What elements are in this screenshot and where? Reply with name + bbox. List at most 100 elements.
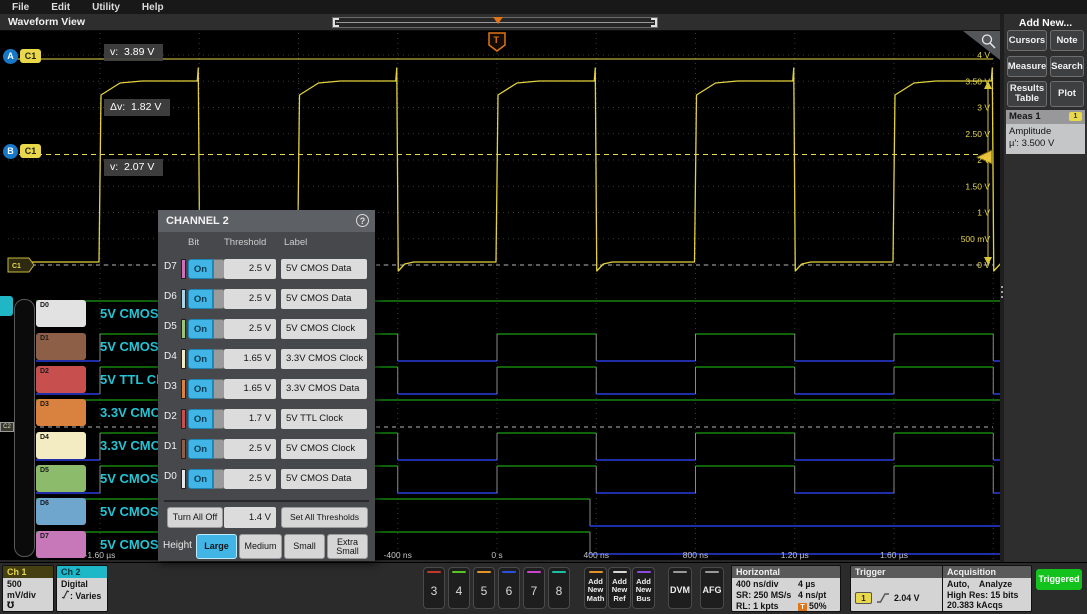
all-threshold-field[interactable]: 1.4 V <box>224 507 276 528</box>
digital-group-bracket[interactable] <box>14 299 35 557</box>
bit-threshold-field[interactable]: 1.65 V <box>224 349 276 369</box>
add-new-search-button[interactable]: Search <box>1050 56 1084 77</box>
cursor-a-badge[interactable]: A <box>3 49 18 64</box>
bit-on-toggle[interactable]: On <box>188 259 213 279</box>
bit-threshold-field[interactable]: 2.5 V <box>224 259 276 279</box>
help-icon[interactable]: ? <box>356 214 369 227</box>
measurement-badge[interactable]: Meas 1 1 Amplitude µ': 3.500 V <box>1006 110 1085 154</box>
bit-label-field[interactable]: 5V CMOS Data <box>281 259 367 279</box>
digital-bit-chip-d4[interactable]: D4 <box>36 432 86 459</box>
dvm-button[interactable]: DVM <box>668 567 692 609</box>
menu-item-help[interactable]: Help <box>142 2 164 13</box>
height-option-medium[interactable]: Medium <box>239 534 282 559</box>
add-new-measure-button[interactable]: Measure <box>1007 56 1047 77</box>
afg-button[interactable]: AFG <box>700 567 724 609</box>
add-new-results-table-button[interactable]: Results Table <box>1007 81 1047 107</box>
channel-5-button[interactable]: 5 <box>473 567 495 609</box>
bit-on-toggle[interactable]: On <box>188 439 213 459</box>
bit-on-toggle[interactable]: On <box>188 409 213 429</box>
menu-item-edit[interactable]: Edit <box>51 2 70 13</box>
height-option-small[interactable]: Small <box>284 534 325 559</box>
acquisition-overview-bar[interactable] <box>332 17 658 28</box>
add-new-note-button[interactable]: Note <box>1050 30 1084 51</box>
bit-threshold-field[interactable]: 2.5 V <box>224 469 276 489</box>
bit-label-field[interactable]: 3.3V CMOS Clock <box>281 349 367 369</box>
waveform-display[interactable]: C1T4 V3.50 V3 V2.50 V2 V1.50 V1 V500 mV0… <box>0 31 1000 560</box>
overview-trigger-marker-icon[interactable] <box>493 17 503 24</box>
channel-4-button[interactable]: 4 <box>448 567 470 609</box>
divider-grip-icon[interactable] <box>1001 286 1003 288</box>
ch2-badge[interactable]: Ch 2 Digital : Varies <box>56 565 108 612</box>
add-label: Add New Math <box>585 573 606 608</box>
threshold-icon <box>61 590 70 599</box>
bit-label-field[interactable]: 5V CMOS Data <box>281 289 367 309</box>
bit-on-toggle[interactable]: On <box>188 319 213 339</box>
dialog-title-bar[interactable]: CHANNEL 2 ? <box>158 210 375 232</box>
digital-group-handle[interactable] <box>0 296 13 316</box>
add-new-ref-button[interactable]: Add New Ref <box>608 567 631 609</box>
digital-bit-chip-d1[interactable]: D1 <box>36 333 86 360</box>
acquisition-mode: Auto, Analyze <box>947 579 1027 590</box>
bit-threshold-field[interactable]: 1.7 V <box>224 409 276 429</box>
cursor-b-badge[interactable]: B <box>3 144 18 159</box>
channel-6-button[interactable]: 6 <box>498 567 520 609</box>
bit-on-toggle[interactable]: On <box>188 379 213 399</box>
digital-bit-chip-d0[interactable]: D0 <box>36 300 86 327</box>
tab-waveform-view[interactable]: Waveform View <box>8 16 85 28</box>
digital-bit-chip-d6[interactable]: D6 <box>36 498 86 525</box>
bit-threshold-field[interactable]: 2.5 V <box>224 439 276 459</box>
turn-all-off-button[interactable]: Turn All Off <box>167 507 223 528</box>
add-new-math-button[interactable]: Add New Math <box>584 567 607 609</box>
digital-bit-chip-d2[interactable]: D2 <box>36 366 86 393</box>
bit-label-field[interactable]: 5V CMOS Clock <box>281 439 367 459</box>
volt-scale-label: 3.50 V <box>965 76 990 86</box>
channel-8-button[interactable]: 8 <box>548 567 570 609</box>
channel-7-button[interactable]: 7 <box>523 567 545 609</box>
overview-left-bracket-icon[interactable] <box>333 18 339 27</box>
bit-threshold-field[interactable]: 1.65 V <box>224 379 276 399</box>
bit-name: D0 <box>164 471 181 482</box>
bit-threshold-field[interactable]: 2.5 V <box>224 289 276 309</box>
digital-bit-chip-d5[interactable]: D5 <box>36 465 86 492</box>
measurement-body: Amplitude µ': 3.500 V <box>1006 124 1085 154</box>
bit-label-field[interactable]: 3.3V CMOS Data <box>281 379 367 399</box>
digital-channel-position-marker[interactable]: C2 <box>0 422 14 432</box>
bit-on-toggle[interactable]: On <box>188 349 213 369</box>
menu-item-file[interactable]: File <box>12 2 29 13</box>
ch1-header: Ch 1 <box>3 566 53 578</box>
overview-right-bracket-icon[interactable] <box>651 18 657 27</box>
horizontal-badge[interactable]: Horizontal 400 ns/div 4 µs SR: 250 MS/s … <box>731 565 841 612</box>
ch1-badge[interactable]: Ch 1 500 mV/div ℧ 100 MHz BW <box>2 565 54 612</box>
acquisition-settings: Auto, Analyze High Res: 15 bits 20.383 k… <box>943 578 1031 612</box>
add-new-cursors-button[interactable]: Cursors <box>1007 30 1047 51</box>
add-new-bus-button[interactable]: Add New Bus <box>632 567 655 609</box>
channel-3-button[interactable]: 3 <box>423 567 445 609</box>
cursor-b-source-badge[interactable]: C1 <box>20 144 41 158</box>
acquisition-header: Acquisition <box>943 566 1031 578</box>
bit-label-field[interactable]: 5V CMOS Data <box>281 469 367 489</box>
bit-threshold-field[interactable]: 2.5 V <box>224 319 276 339</box>
add-new-plot-button[interactable]: Plot <box>1050 81 1084 107</box>
bit-name: D1 <box>164 441 181 452</box>
bit-row-d4: D4On1.65 V3.3V CMOS Clock <box>158 344 375 374</box>
channel-number: 3 <box>431 573 438 608</box>
bit-on-toggle[interactable]: On <box>188 469 213 489</box>
horizontal-settings: 400 ns/div 4 µs SR: 250 MS/s 4 ns/pt RL:… <box>732 578 840 612</box>
volt-scale-label: 500 mV <box>961 234 991 244</box>
height-option-extra-small[interactable]: Extra Small <box>327 534 368 559</box>
trigger-position-icon: T <box>798 603 807 612</box>
record-length: RL: 1 kpts <box>736 601 798 612</box>
bit-on-toggle[interactable]: On <box>188 289 213 309</box>
trigger-settings: 1 2.04 V <box>851 578 946 612</box>
menu-item-utility[interactable]: Utility <box>92 2 120 13</box>
acquisition-badge[interactable]: Acquisition Auto, Analyze High Res: 15 b… <box>942 565 1032 612</box>
cursor-a-source-badge[interactable]: C1 <box>20 49 41 63</box>
height-option-large[interactable]: Large <box>196 534 237 559</box>
digital-bit-chip-d7[interactable]: D7 <box>36 531 86 558</box>
set-all-thresholds-button[interactable]: Set All Thresholds <box>281 507 368 528</box>
bit-label-field[interactable]: 5V TTL Clock <box>281 409 367 429</box>
bit-label-field[interactable]: 5V CMOS Clock <box>281 319 367 339</box>
time-scale-label: 1.60 µs <box>880 550 908 560</box>
digital-bit-chip-d3[interactable]: D3 <box>36 399 86 426</box>
trigger-badge[interactable]: Trigger 1 2.04 V <box>850 565 947 612</box>
